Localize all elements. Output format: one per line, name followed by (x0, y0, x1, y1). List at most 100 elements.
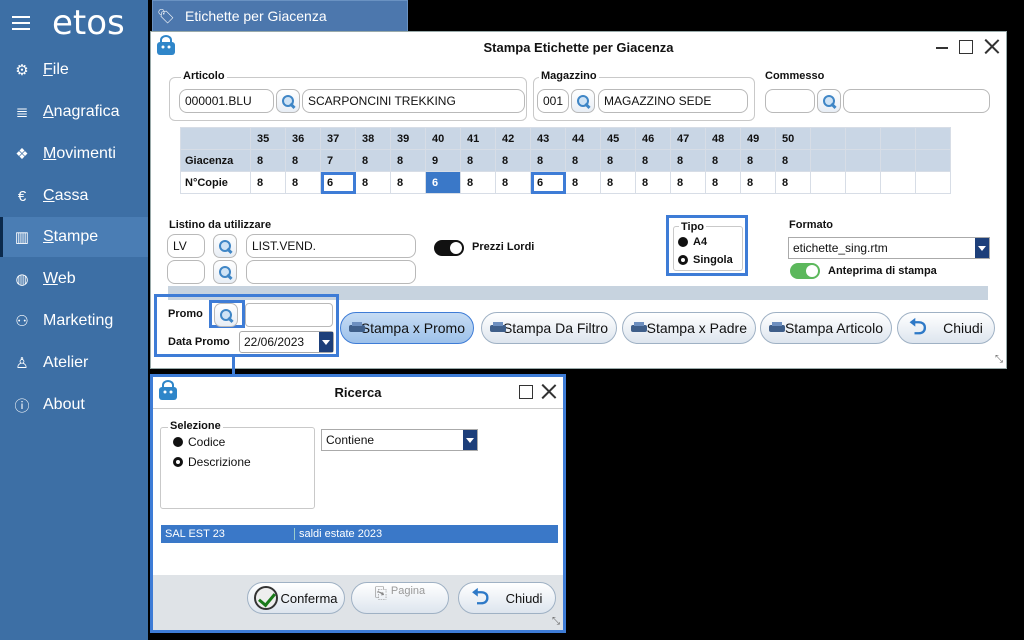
listino-desc-field[interactable]: LIST.VEND. (246, 234, 416, 258)
listino2-search-button[interactable] (213, 260, 237, 284)
resize-grip-icon[interactable]: ⤡ (552, 616, 560, 627)
commesso-code-field[interactable] (765, 89, 815, 113)
copie-cell[interactable]: 8 (495, 171, 531, 194)
commesso-search-button[interactable] (817, 89, 841, 113)
copie-cell[interactable]: 8 (775, 171, 811, 194)
commesso-desc-field[interactable] (843, 89, 990, 113)
articolo-code-field[interactable]: 000001.BLU (179, 89, 274, 113)
listino-code2-field[interactable] (167, 260, 205, 284)
search-icon (577, 95, 589, 107)
conferma-label: Conferma (280, 590, 338, 606)
size-cell: 46 (635, 127, 671, 150)
articolo-desc-field[interactable]: SCARPONCINI TREKKING (302, 89, 525, 113)
maximize-icon[interactable] (957, 38, 973, 54)
sidebar-item-web[interactable]: ◍ Web (0, 259, 148, 299)
close-icon[interactable] (984, 38, 1000, 54)
descrizione-radio[interactable]: Descrizione (173, 453, 251, 470)
copie-cell[interactable]: 6 (425, 171, 461, 194)
copie-cell[interactable] (845, 171, 881, 194)
copie-cell[interactable]: 8 (460, 171, 496, 194)
chevron-down-icon (975, 238, 989, 258)
copie-cell[interactable]: 8 (565, 171, 601, 194)
size-cell (810, 127, 846, 150)
tipo-singola-label: Singola (693, 253, 733, 266)
row-code: SAL EST 23 (161, 528, 295, 540)
magazzino-code-field[interactable]: 001 (537, 89, 569, 113)
dialog-chiudi-button[interactable]: ⮌ Chiudi (458, 582, 556, 614)
size-cell: 38 (355, 127, 391, 150)
chevron-down-icon (463, 430, 477, 450)
data-promo-picker[interactable]: 22/06/2023 (239, 331, 334, 353)
sidebar-item-label: Stampe (43, 228, 98, 246)
copie-cell[interactable] (915, 171, 951, 194)
copie-cell[interactable] (810, 171, 846, 194)
magazzino-search-button[interactable] (571, 89, 595, 113)
sidebar-item-movimenti[interactable]: ❖ Movimenti (0, 134, 148, 174)
maximize-icon[interactable] (517, 383, 533, 399)
listino-code-field[interactable]: LV (167, 234, 205, 258)
copie-cell[interactable]: 8 (355, 171, 391, 194)
prezzi-lordi-toggle[interactable] (434, 240, 464, 256)
sidebar: etos ⚙ File ≣ Anagrafica ❖ Movimenti € Cassa ▥ St… (0, 0, 148, 640)
giacenza-cell: 8 (775, 149, 811, 172)
minimize-icon[interactable] (934, 38, 950, 54)
window-titlebar[interactable]: Stampa Etichette per Giacenza (151, 32, 1006, 62)
copie-cell[interactable]: 8 (740, 171, 776, 194)
sidebar-item-anagrafica[interactable]: ≣ Anagrafica (0, 92, 148, 132)
anteprima-toggle[interactable] (790, 263, 820, 279)
label-text: tampe (53, 228, 99, 245)
size-cell: 43 (530, 127, 566, 150)
formato-select[interactable]: etichette_sing.rtm (788, 237, 990, 259)
ricerca-dialog: Ricerca Selezione Codice Descrizione Con… (150, 374, 566, 633)
label-text: nagrafica (53, 103, 120, 120)
mode-select[interactable]: Contiene (321, 429, 478, 451)
articolo-search-button[interactable] (276, 89, 300, 113)
copie-cell[interactable]: 8 (250, 171, 286, 194)
copie-cell[interactable]: 8 (635, 171, 671, 194)
copie-cell[interactable]: 6 (320, 171, 356, 194)
stampa-promo-button[interactable]: Stampa x Promo (340, 312, 474, 344)
tipo-a4-radio[interactable]: A4 (678, 233, 707, 250)
sidebar-item-cassa[interactable]: € Cassa (0, 176, 148, 216)
list-item[interactable]: SAL EST 23 saldi estate 2023 (161, 525, 558, 543)
copie-cell[interactable]: 8 (390, 171, 426, 194)
tipo-singola-radio[interactable]: Singola (678, 251, 733, 268)
magazzino-desc-field[interactable]: MAGAZZINO SEDE (598, 89, 748, 113)
copie-cell[interactable]: 8 (285, 171, 321, 194)
copie-cell[interactable]: 6 (530, 171, 566, 194)
sidebar-item-atelier[interactable]: ♙ Atelier (0, 343, 148, 383)
chart-icon: ▥ (14, 229, 30, 246)
listino-desc2-field[interactable] (246, 260, 416, 284)
copie-cell[interactable]: 8 (670, 171, 706, 194)
stampa-articolo-button[interactable]: Stampa Articolo (760, 312, 892, 344)
dialog-titlebar[interactable]: Ricerca (153, 377, 563, 407)
copie-cell[interactable] (880, 171, 916, 194)
chiudi-button[interactable]: ⮌ Chiudi (897, 312, 995, 344)
sidebar-item-label: Marketing (43, 312, 113, 330)
giacenza-cell: 8 (285, 149, 321, 172)
resize-grip-icon[interactable]: ⤡ (995, 354, 1003, 365)
label-text: Atelier (43, 354, 89, 371)
sidebar-item-file[interactable]: ⚙ File (0, 50, 148, 90)
stampa-filtro-button[interactable]: Stampa Da Filtro (481, 312, 617, 344)
listino-search-button[interactable] (213, 234, 237, 258)
sidebar-item-marketing[interactable]: ⚇ Marketing (0, 301, 148, 341)
copie-cell[interactable]: 8 (705, 171, 741, 194)
sidebar-item-stampe[interactable]: ▥ Stampe (0, 217, 148, 257)
stampa-padre-button[interactable]: Stampa x Padre (622, 312, 756, 344)
copie-cell[interactable]: 8 (600, 171, 636, 194)
close-icon[interactable] (541, 383, 557, 399)
giacenza-cell: 8 (565, 149, 601, 172)
hamburger-menu-icon[interactable] (12, 12, 30, 34)
stampa-articolo-label: Stampa Articolo (784, 320, 883, 336)
promo-field[interactable] (245, 303, 333, 327)
tab-etichette-per-giacenza[interactable]: 🏷 Etichette per Giacenza (152, 0, 408, 32)
codice-radio[interactable]: Codice (173, 433, 225, 450)
sidebar-item-about[interactable]: ⓘ About (0, 385, 148, 425)
pagina-button[interactable]: ⎘ Pagina (351, 582, 449, 614)
dialog-chiudi-label: Chiudi (505, 590, 543, 606)
promo-search-button[interactable] (214, 303, 238, 327)
conferma-button[interactable]: Conferma (247, 582, 345, 614)
calendar-dropdown-icon (319, 332, 333, 352)
sizes-table: 35 36 37 38 39 40 41 42 43 44 45 46 47 48 49 50 Giacenz… (180, 127, 951, 194)
